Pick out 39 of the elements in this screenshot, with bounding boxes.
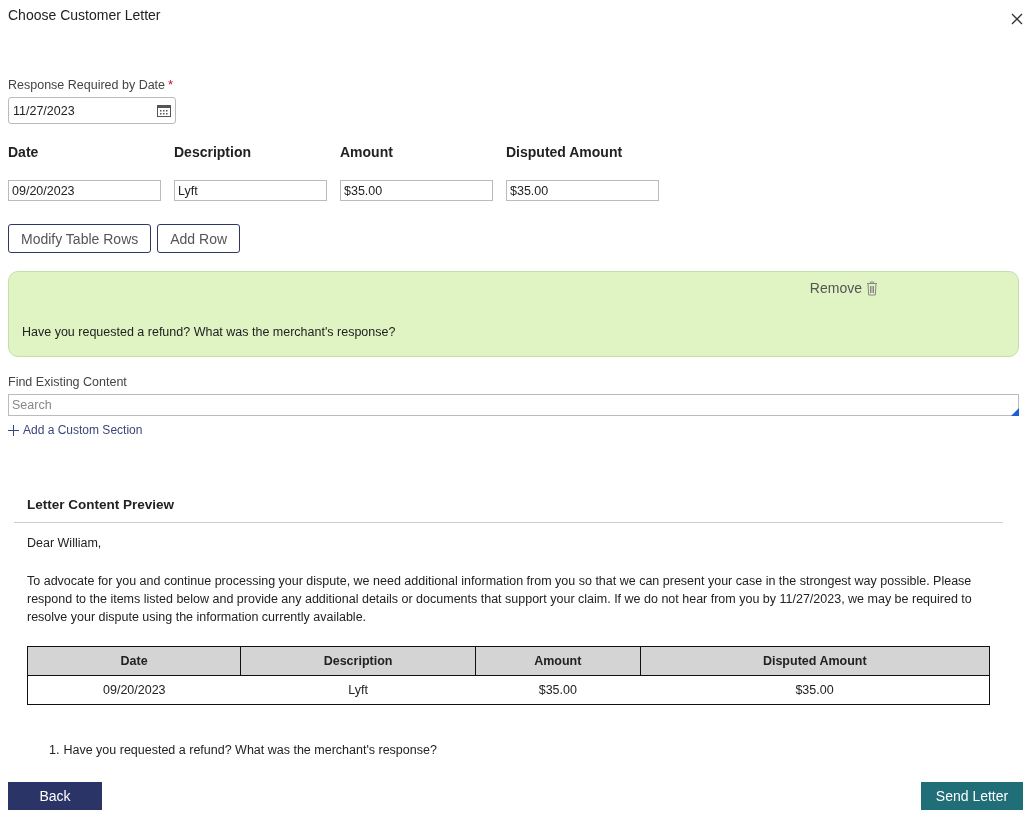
resize-corner-icon [1011,408,1019,416]
input-field[interactable]: 09/20/2023 [8,180,161,201]
search-field[interactable]: Search [8,394,1019,416]
input-field[interactable]: Lyft [174,180,327,201]
add-section-link[interactable]: Add a Custom Section [8,423,1019,437]
column-heading: Date [8,144,40,160]
trash-icon [866,280,878,296]
field-label: Response Required by Date [8,78,166,92]
date-field[interactable]: 11/27/2023 [8,97,176,124]
letter-greeting: Dear William, [27,535,103,552]
field-label: Find Existing Content [8,375,127,389]
close-icon[interactable] [1011,13,1023,25]
section-text: Have you requested a refund? What was the merchant's response? [22,325,396,339]
preview-title: Letter Content Preview [14,497,1003,523]
calendar-icon[interactable] [157,104,171,117]
table-header: Disputed Amount [640,646,990,676]
table-header: Description [240,646,476,676]
letter-paragraph: To advocate for you and continue processing your dispute, we need additional information from you so that we can present your case in the strongest way possible. Please respond to the items listed below and provide any additional details or documents that support your claim. If we do not hear from you by 11/27/2023, we may be required to resolve your dispute using the information currently available. [27,573,973,626]
table-cell: $35.00 [640,675,990,705]
outline-button[interactable]: Modify Table Rows [8,224,152,253]
input-field[interactable]: $35.00 [340,180,493,201]
table-cell: 09/20/2023 [27,675,241,705]
question-text: Have you requested a refund? What was the merchant's response? [63,742,437,759]
dialog-title: Choose Customer Letter [8,7,161,23]
remove-button[interactable]: Remove [809,280,878,296]
input-field[interactable]: $35.00 [506,180,659,201]
column-heading: Amount [340,144,394,160]
column-heading: Description [174,144,252,160]
table-cell: $35.00 [475,675,641,705]
column-heading: Disputed Amount [506,144,624,160]
send-letter-button[interactable]: Send Letter [921,782,1023,810]
outline-button[interactable]: Add Row [157,224,241,253]
plus-icon [8,424,19,436]
table-cell: Lyft [240,675,476,705]
table-header: Date [27,646,241,676]
required-mark: * [168,77,174,92]
list-number: 1. [49,742,60,759]
table-header: Amount [475,646,641,676]
back-button[interactable]: Back [8,782,102,810]
